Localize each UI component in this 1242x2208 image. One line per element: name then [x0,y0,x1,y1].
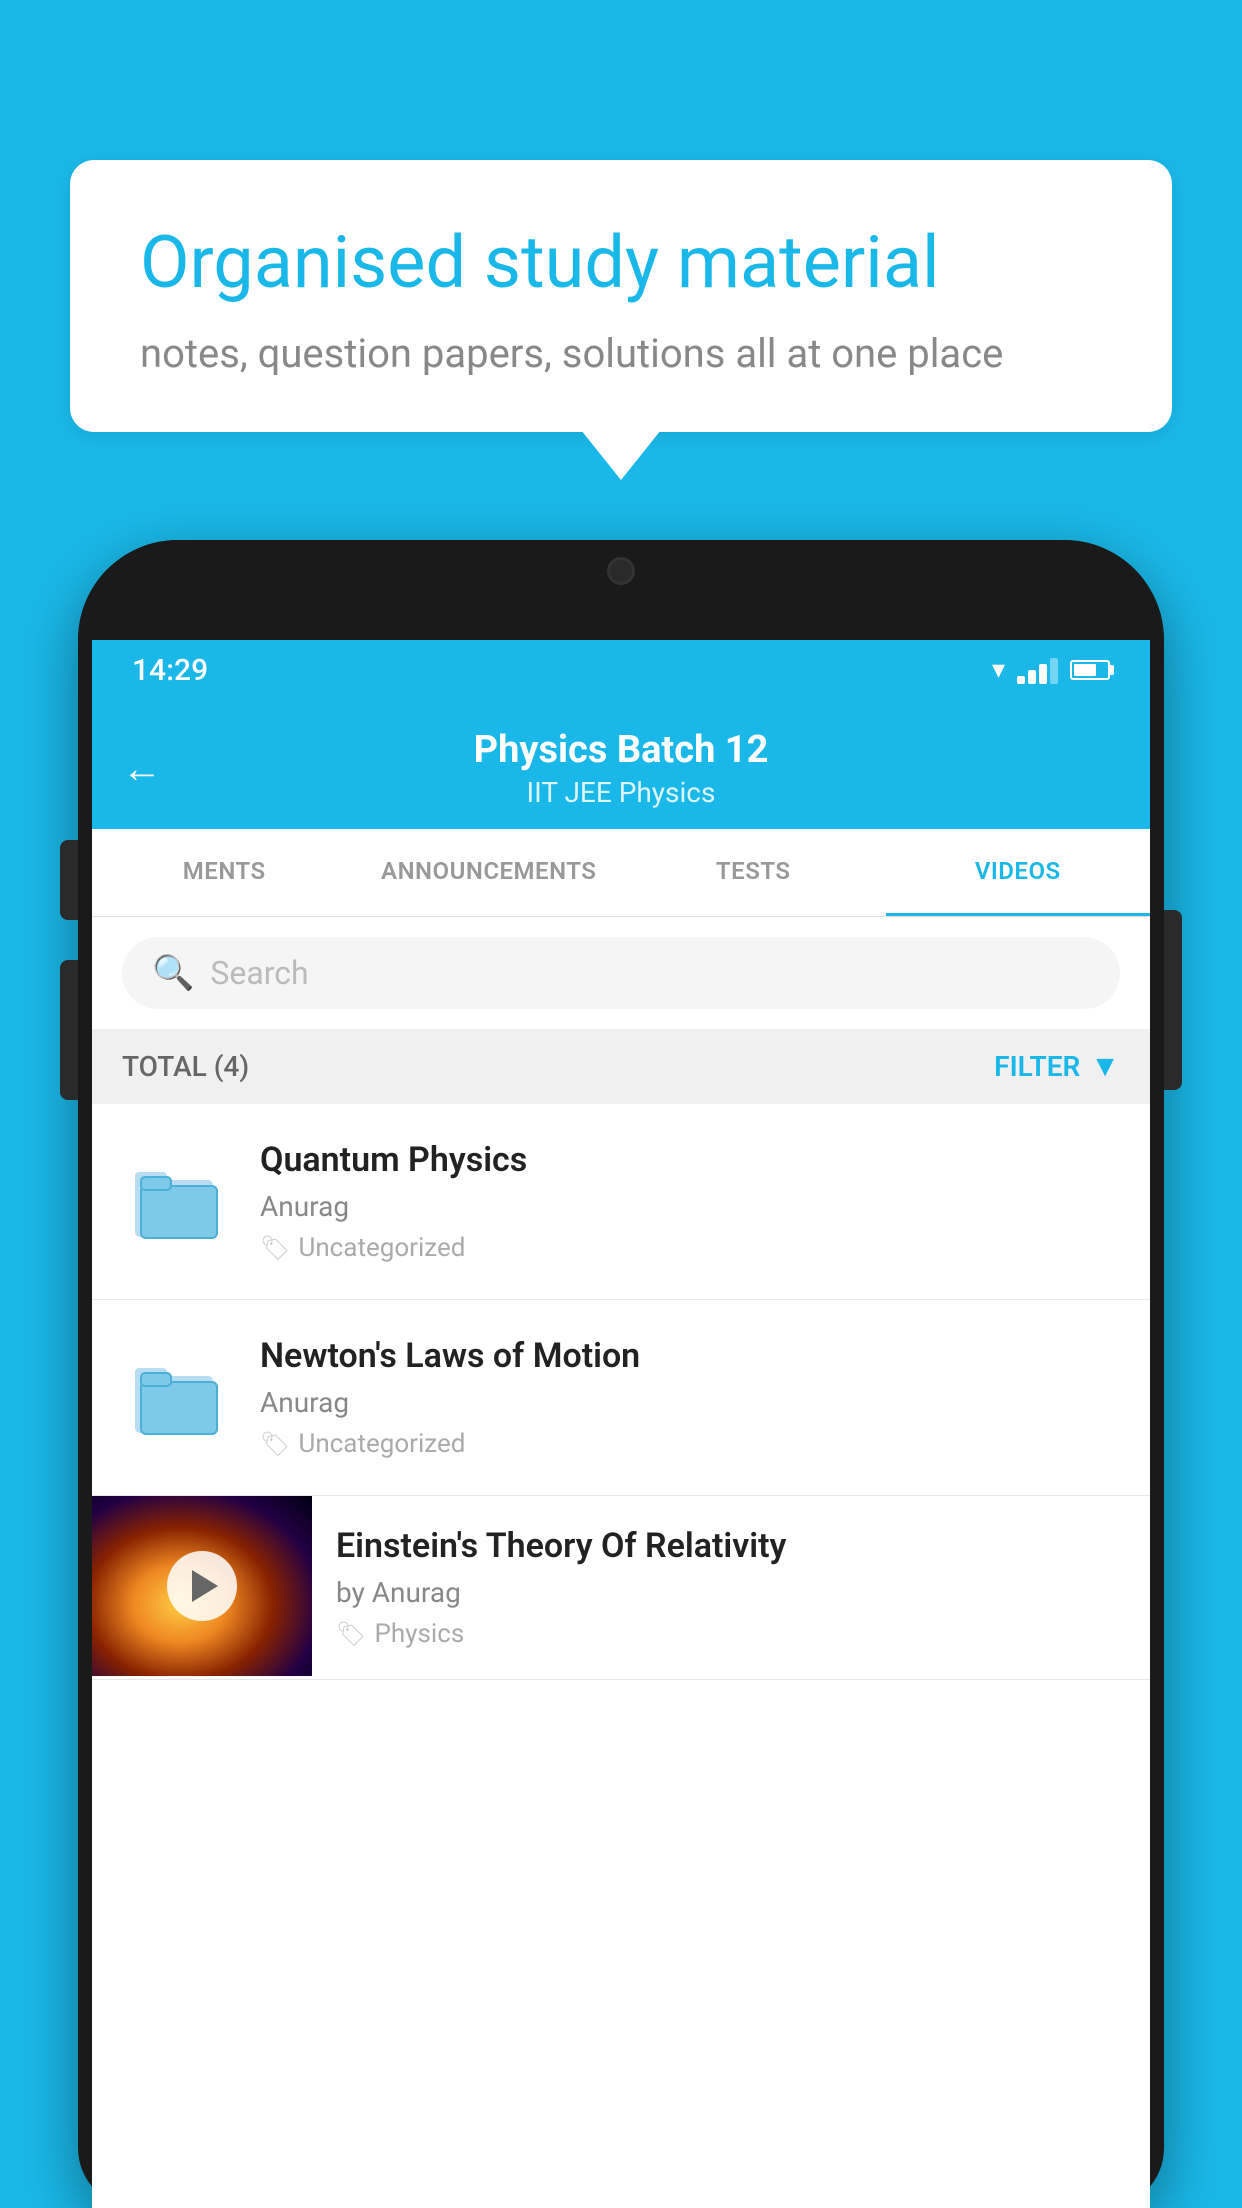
total-count: TOTAL (4) [122,1050,249,1083]
status-time: 14:29 [132,653,208,688]
list-item[interactable]: Einstein's Theory Of Relativity by Anura… [92,1496,1150,1680]
tab-tests[interactable]: TESTS [621,829,886,916]
folder-icon [135,1164,220,1239]
item-title: Newton's Laws of Motion [260,1336,1120,1376]
page-title: Physics Batch 12 [474,728,769,772]
item-info: Newton's Laws of Motion Anurag 🏷 Uncateg… [260,1336,1120,1459]
phone-volume-up [60,840,78,920]
phone-frame: 14:29 ▾ ← Physics Batch [78,540,1164,2208]
tabs-bar: MENTS ANNOUNCEMENTS TESTS VIDEOS [92,829,1150,917]
item-info: Quantum Physics Anurag 🏷 Uncategorized [260,1140,1120,1263]
play-icon [192,1570,218,1602]
folder-icon [135,1360,220,1435]
phone-top-bar [78,540,1164,640]
item-info: Einstein's Theory Of Relativity by Anura… [312,1496,1150,1679]
item-title: Quantum Physics [260,1140,1120,1180]
play-button[interactable] [167,1551,237,1621]
item-title: Einstein's Theory Of Relativity [336,1526,1126,1566]
video-list: Quantum Physics Anurag 🏷 Uncategorized [92,1104,1150,1680]
filter-button[interactable]: FILTER ▼ [994,1049,1120,1084]
bubble-title: Organised study material [140,220,1102,306]
item-thumbnail [122,1147,232,1257]
item-author: Anurag [260,1386,1120,1419]
tag-icon: 🏷 [336,1620,366,1648]
item-tag: 🏷 Physics [336,1619,1126,1649]
phone-screen: 14:29 ▾ ← Physics Batch [92,640,1150,2208]
filter-icon: ▼ [1090,1049,1120,1084]
bubble-subtitle: notes, question papers, solutions all at… [140,330,1102,377]
battery-icon [1070,660,1110,680]
status-bar: 14:29 ▾ [92,640,1150,700]
search-input[interactable]: Search [210,954,308,992]
item-tag: 🏷 Uncategorized [260,1429,1120,1459]
item-thumbnail [122,1343,232,1453]
phone-notch [511,540,731,602]
search-icon: 🔍 [152,953,194,993]
page-subtitle: IIT JEE Physics [474,776,769,809]
item-tag: 🏷 Uncategorized [260,1233,1120,1263]
search-input-wrapper[interactable]: 🔍 Search [122,937,1120,1009]
signal-icon [1017,656,1058,684]
item-author: Anurag [260,1190,1120,1223]
tab-ments[interactable]: MENTS [92,829,357,916]
search-container: 🔍 Search [92,917,1150,1029]
tag-icon: 🏷 [260,1430,290,1458]
status-icons: ▾ [992,655,1110,685]
video-thumbnail [92,1496,312,1676]
back-button[interactable]: ← [122,745,162,792]
tag-label: Uncategorized [298,1429,465,1459]
tag-icon: 🏷 [260,1234,290,1262]
list-item[interactable]: Quantum Physics Anurag 🏷 Uncategorized [92,1104,1150,1300]
tab-announcements[interactable]: ANNOUNCEMENTS [357,829,622,916]
phone-power-button [1164,910,1182,1090]
speech-bubble: Organised study material notes, question… [70,160,1172,432]
header-title-area: Physics Batch 12 IIT JEE Physics [474,728,769,809]
list-item[interactable]: Newton's Laws of Motion Anurag 🏷 Uncateg… [92,1300,1150,1496]
item-author: by Anurag [336,1576,1126,1609]
front-camera [607,557,635,585]
filter-label: FILTER [994,1050,1080,1083]
tab-videos[interactable]: VIDEOS [886,829,1151,916]
filter-bar: TOTAL (4) FILTER ▼ [92,1029,1150,1104]
wifi-icon: ▾ [992,655,1005,685]
phone-volume-down [60,960,78,1100]
app-header: ← Physics Batch 12 IIT JEE Physics [92,700,1150,829]
tag-label: Physics [374,1619,464,1649]
tag-label: Uncategorized [298,1233,465,1263]
